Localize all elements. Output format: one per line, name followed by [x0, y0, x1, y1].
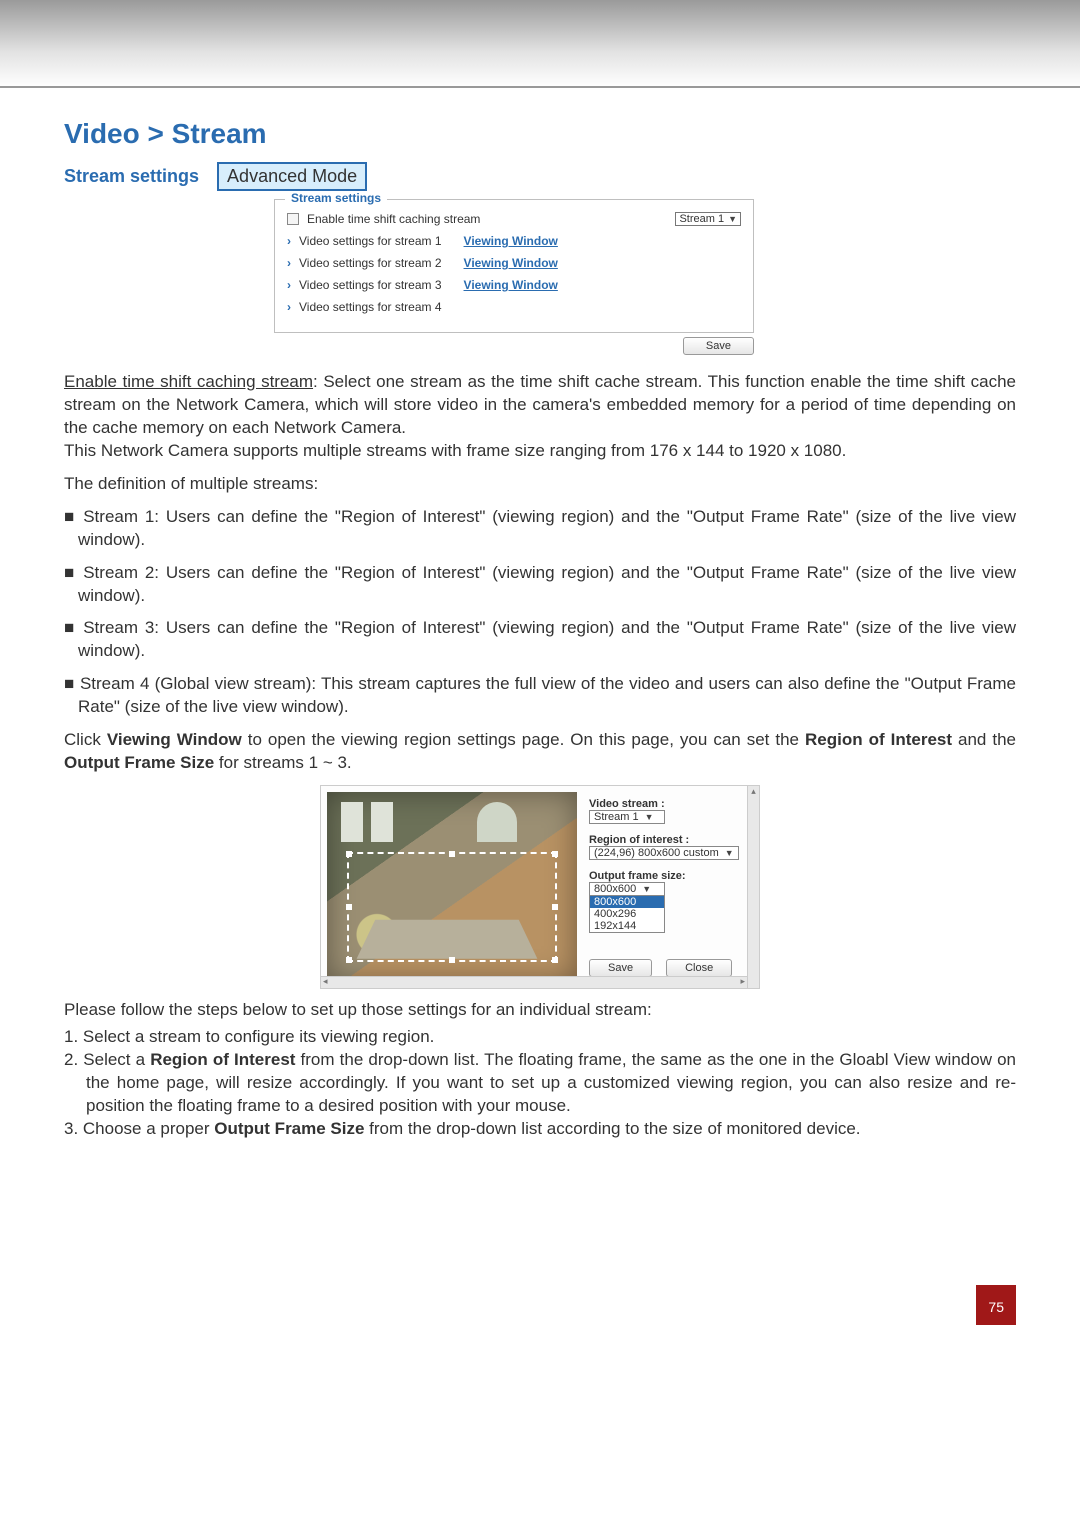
viewing-window-link-1[interactable]: Viewing Window	[464, 234, 558, 248]
chevron-down-icon: ▼	[645, 812, 654, 822]
steps-list: 1. Select a stream to configure its view…	[64, 1026, 1016, 1141]
list-item: Stream 3: Users can define the "Region o…	[64, 617, 1016, 663]
vw-close-button[interactable]: Close	[666, 959, 732, 977]
stream4-settings-label: Video settings for stream 4	[299, 300, 442, 314]
stream1-settings-label: Video settings for stream 1	[299, 234, 442, 248]
stream3-settings-label: Video settings for stream 3	[299, 278, 442, 292]
option-800x600[interactable]: 800x600	[590, 896, 664, 908]
step-3: 3. Choose a proper Output Frame Size fro…	[64, 1118, 1016, 1141]
resize-handle[interactable]	[552, 957, 558, 963]
resize-handle[interactable]	[552, 851, 558, 857]
stream-settings-panel: Stream settings Enable time shift cachin…	[274, 199, 754, 355]
list-item: Stream 2: Users can define the "Region o…	[64, 562, 1016, 608]
roi-frame[interactable]	[347, 852, 557, 962]
resize-handle[interactable]	[346, 851, 352, 857]
paragraph-multistream: This Network Camera supports multiple st…	[64, 440, 1016, 463]
stream-select-dropdown[interactable]: Stream 1 ▼	[675, 212, 741, 226]
output-frame-size-options: 800x600 400x296 192x144	[589, 896, 665, 933]
subsection-heading: Stream settings	[64, 166, 199, 187]
chevron-down-icon: ▼	[642, 884, 651, 894]
definition-heading: The definition of multiple streams:	[64, 473, 1016, 496]
scrollbar-horizontal[interactable]	[321, 976, 747, 988]
enable-timeshift-label: Enable time shift caching stream	[307, 212, 480, 226]
resize-handle[interactable]	[552, 904, 558, 910]
enable-timeshift-checkbox[interactable]	[287, 213, 299, 225]
stream-select-value: Stream 1	[679, 213, 724, 225]
fieldset-legend: Stream settings	[285, 191, 387, 205]
header-gradient	[0, 0, 1080, 88]
vw-save-button[interactable]: Save	[589, 959, 652, 977]
scrollbar-vertical[interactable]	[747, 786, 759, 988]
video-preview[interactable]	[327, 792, 577, 982]
steps-heading: Please follow the steps below to set up …	[64, 999, 1016, 1022]
resize-handle[interactable]	[346, 957, 352, 963]
viewing-window-link-3[interactable]: Viewing Window	[464, 278, 558, 292]
stream-definition-list: Stream 1: Users can define the "Region o…	[64, 506, 1016, 720]
paragraph-viewing-window: Click Viewing Window to open the viewing…	[64, 729, 1016, 775]
roi-label: Region of interest :	[589, 834, 739, 846]
list-item: Stream 1: Users can define the "Region o…	[64, 506, 1016, 552]
resize-handle[interactable]	[449, 957, 455, 963]
expand-arrow-icon[interactable]: ›	[287, 234, 291, 248]
advanced-mode-badge: Advanced Mode	[217, 162, 367, 191]
video-stream-label: Video stream :	[589, 798, 739, 810]
option-400x296[interactable]: 400x296	[590, 908, 664, 920]
page-number-badge: 75	[976, 1285, 1016, 1325]
list-item: Stream 4 (Global view stream): This stre…	[64, 673, 1016, 719]
step-1: 1. Select a stream to configure its view…	[64, 1026, 1016, 1049]
resize-handle[interactable]	[346, 904, 352, 910]
page-title: Video > Stream	[64, 118, 1016, 150]
save-button[interactable]: Save	[683, 337, 754, 355]
expand-arrow-icon[interactable]: ›	[287, 256, 291, 270]
expand-arrow-icon[interactable]: ›	[287, 278, 291, 292]
chevron-down-icon: ▼	[728, 214, 737, 224]
step-2: 2. Select a Region of Interest from the …	[64, 1049, 1016, 1118]
paragraph-enable-timeshift: Enable time shift caching stream: Select…	[64, 371, 1016, 440]
option-192x144[interactable]: 192x144	[590, 920, 664, 932]
resize-handle[interactable]	[449, 851, 455, 857]
viewing-window-link-2[interactable]: Viewing Window	[464, 256, 558, 270]
viewing-window-dialog: Video stream : Stream 1▼ Region of inter…	[320, 785, 760, 989]
output-frame-size-select[interactable]: 800x600▼	[589, 882, 665, 896]
video-stream-select[interactable]: Stream 1▼	[589, 810, 665, 824]
output-frame-size-label: Output frame size:	[589, 870, 739, 882]
roi-select[interactable]: (224,96) 800x600 custom▼	[589, 846, 739, 860]
chevron-down-icon: ▼	[725, 848, 734, 858]
stream2-settings-label: Video settings for stream 2	[299, 256, 442, 270]
expand-arrow-icon[interactable]: ›	[287, 300, 291, 314]
